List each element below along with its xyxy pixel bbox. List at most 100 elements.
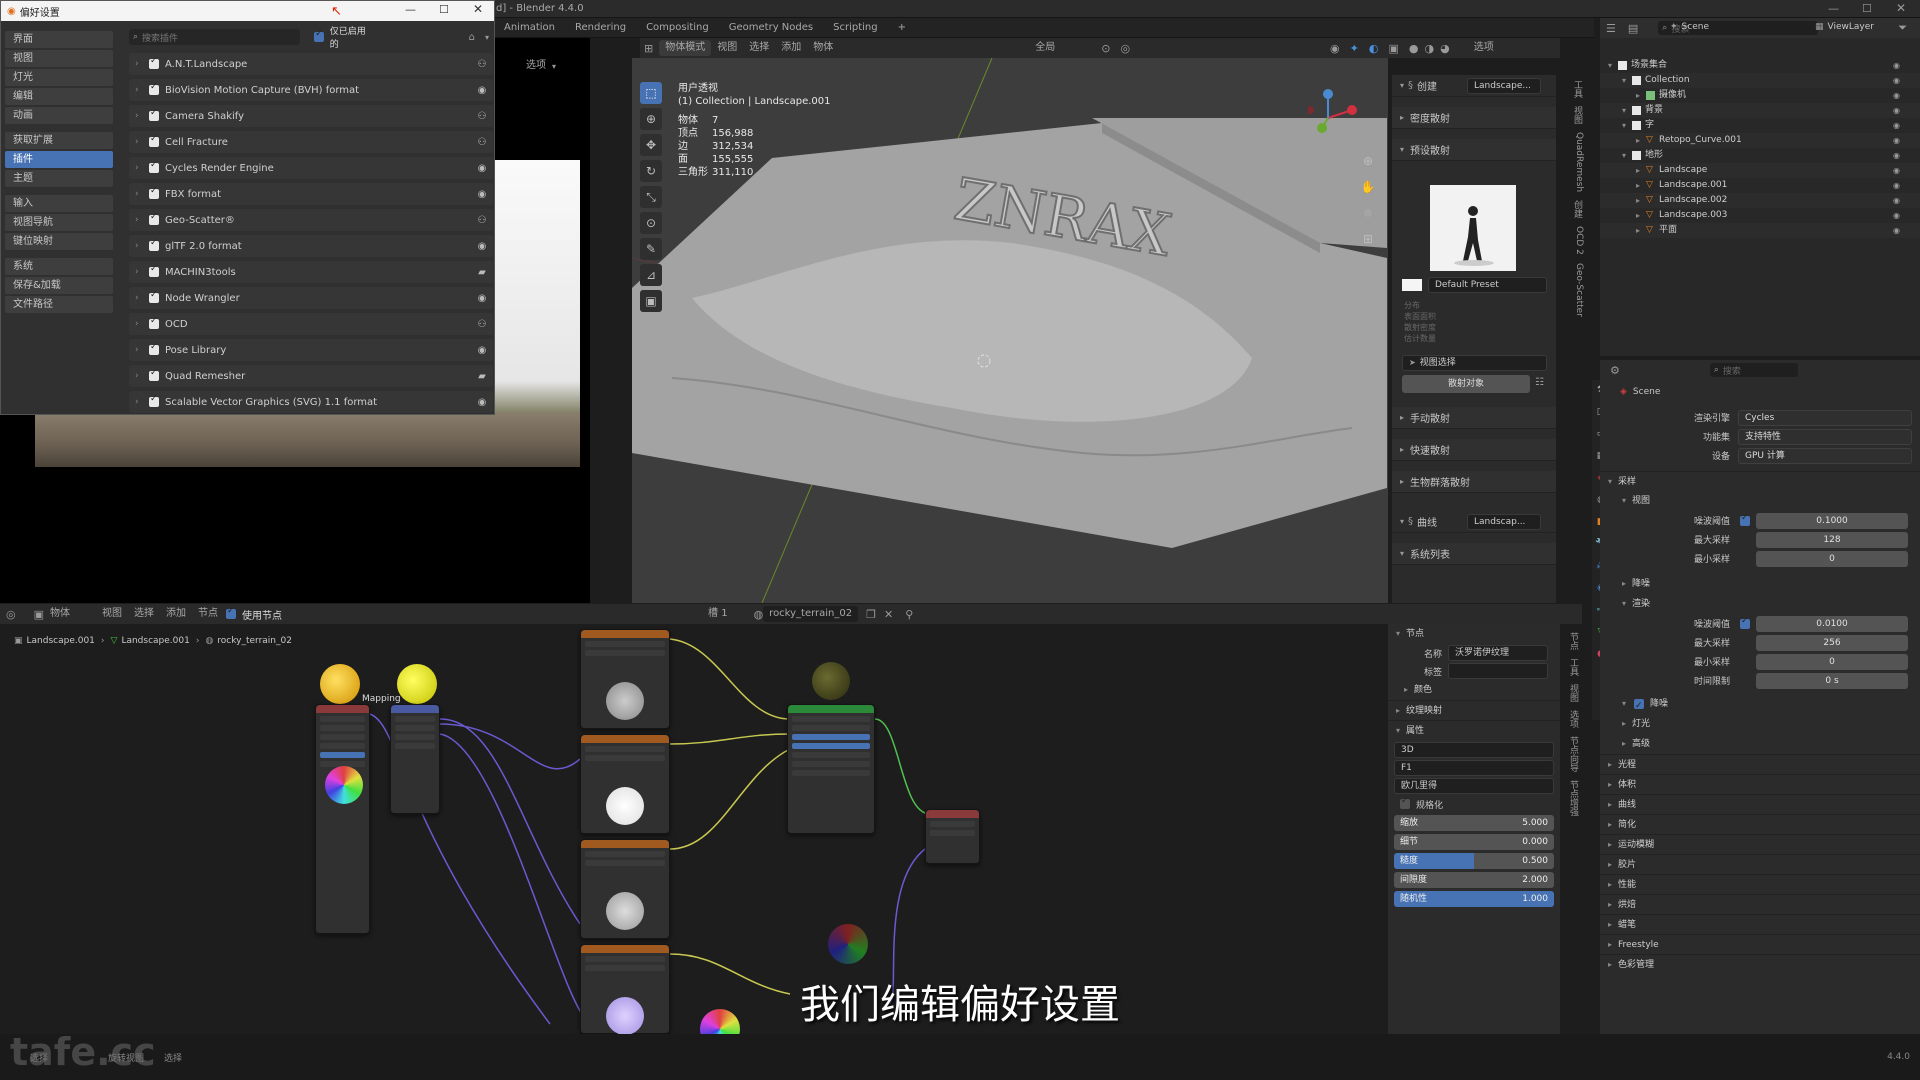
maximize-icon[interactable]: ☐ — [1862, 2, 1872, 15]
r-min-samples-field[interactable]: 0 — [1756, 653, 1908, 670]
duplicate-icon[interactable]: ❐ — [866, 608, 876, 621]
addon-row[interactable]: › Node Wrangler ◉ — [129, 287, 493, 309]
overlay-icon[interactable]: ◐ — [1369, 42, 1379, 55]
properties-section[interactable]: ▸ 光程 — [1600, 754, 1920, 774]
eye-icon[interactable]: ◉ — [1893, 88, 1900, 103]
side-tab[interactable]: Geo-Scatter — [1570, 263, 1584, 317]
chevron-right-icon[interactable]: › — [135, 319, 147, 329]
properties-section[interactable]: ▸ 蜡笔 — [1600, 914, 1920, 934]
node-menu-view[interactable]: 视图 — [96, 604, 128, 624]
preset-scatter-section[interactable]: ▾ 预设散射 — [1392, 139, 1556, 161]
display-mode-icon[interactable]: ▤ — [1628, 22, 1638, 35]
surface-section[interactable]: ▾ § 曲线 Landscap... — [1392, 511, 1556, 533]
eye-icon[interactable]: ◉ — [1893, 193, 1900, 208]
node-name-field[interactable]: 沃罗诺伊纹理 — [1448, 645, 1548, 661]
chevron-down-icon[interactable]: ▾ — [1622, 103, 1632, 118]
view-layer-selector[interactable]: ▦ ViewLayer — [1815, 19, 1874, 35]
add-workspace-button[interactable]: + — [888, 18, 916, 38]
chevron-down-icon[interactable]: ▸ — [1636, 88, 1646, 103]
outliner-row[interactable]: ▾ Collection ◉ — [1600, 73, 1920, 88]
properties-section[interactable]: ▸ 胶片 — [1600, 854, 1920, 874]
addon-row[interactable]: › Pose Library ◉ — [129, 339, 493, 361]
tab-scripting[interactable]: Scripting — [823, 18, 887, 38]
pin-icon[interactable]: ⚲ — [905, 608, 913, 621]
rotate-tool-icon[interactable]: ↻ — [640, 160, 662, 182]
sidebar-item[interactable]: 编辑 — [5, 88, 113, 105]
material-output-node[interactable] — [925, 809, 980, 864]
filter-icon[interactable]: ⏷ — [1898, 21, 1907, 35]
sidebar-item[interactable]: 主题 — [5, 170, 113, 187]
scatter-objects-button[interactable]: 散射对象 — [1402, 375, 1530, 393]
normalize-checkbox[interactable] — [1400, 796, 1410, 809]
addon-enable-checkbox[interactable] — [149, 290, 159, 303]
chevron-right-icon[interactable]: › — [135, 163, 147, 173]
sidebar-item[interactable]: 输入 — [5, 195, 113, 212]
eye-icon[interactable]: ◉ — [1893, 103, 1900, 118]
chevron-down-icon[interactable]: ▸ — [1636, 133, 1646, 148]
eye-icon[interactable]: ◉ — [1893, 118, 1900, 133]
addon-row[interactable]: › Scalable Vector Graphics (SVG) 1.1 form… — [129, 391, 493, 413]
addon-enable-checkbox[interactable] — [149, 160, 159, 173]
node-slider[interactable]: 糙度 0.500 — [1394, 853, 1554, 869]
feature-set-select[interactable]: 支持特性 — [1738, 428, 1912, 445]
side-tab[interactable]: 节点向导 — [1566, 736, 1580, 772]
minimize-icon[interactable]: — — [1828, 2, 1839, 15]
sidebar-item[interactable]: 文件路径 — [5, 296, 113, 313]
addon-enable-checkbox[interactable] — [149, 368, 159, 381]
side-tab[interactable]: QuadRemesh — [1570, 132, 1584, 192]
addon-row[interactable]: › glTF 2.0 format ◉ — [129, 235, 493, 257]
sampling-section[interactable]: ▾ 采样 — [1600, 471, 1920, 491]
outliner-row[interactable]: ▾ 场景集合 ◉ — [1600, 58, 1920, 73]
lights-section[interactable]: ▸ 灯光 — [1600, 714, 1920, 734]
menu-view[interactable]: 视图 — [711, 38, 743, 58]
preset-name-field[interactable]: Default Preset — [1428, 277, 1547, 293]
outliner-row[interactable]: ▸ ▽ Landscape.002 ◉ — [1600, 193, 1920, 208]
biome-scatter-section[interactable]: ▸ 生物群落散射 — [1392, 471, 1556, 493]
feature-select[interactable]: F1 — [1394, 760, 1554, 776]
chevron-right-icon[interactable]: › — [135, 371, 147, 381]
node-slider[interactable]: 随机性 1.000 — [1394, 891, 1554, 907]
settings-sliders-icon[interactable]: ☷ — [1535, 377, 1544, 388]
eye-icon[interactable]: ◉ — [1893, 148, 1900, 163]
eye-icon[interactable]: ◉ — [1893, 208, 1900, 223]
distance-select[interactable]: 欧几里得 — [1394, 778, 1554, 794]
tab-geometry-nodes[interactable]: Geometry Nodes — [719, 18, 823, 38]
chevron-down-icon[interactable]: ▸ — [1636, 163, 1646, 178]
gizmo-icon[interactable]: ✦ — [1350, 42, 1359, 55]
outliner-row[interactable]: ▸ ▽ 平面 ◉ — [1600, 223, 1920, 238]
outliner-row[interactable]: ▾ 地形 ◉ — [1600, 148, 1920, 163]
addon-enable-checkbox[interactable] — [149, 82, 159, 95]
addon-enable-checkbox[interactable] — [149, 134, 159, 147]
side-tab[interactable]: 视图 — [1570, 106, 1584, 124]
node-props-section[interactable]: ▾ 属性 — [1388, 720, 1560, 740]
properties-section[interactable]: ▸ Freestyle — [1600, 934, 1920, 954]
surface-target-field[interactable]: Landscap... — [1467, 513, 1542, 530]
outliner-row[interactable]: ▸ ▽ Landscape.003 ◉ — [1600, 208, 1920, 223]
r-noise-field[interactable]: 0.0100 — [1756, 615, 1908, 632]
chevron-right-icon[interactable]: › — [135, 267, 147, 277]
outliner-row[interactable]: ▸ ▽ Landscape ◉ — [1600, 163, 1920, 178]
time-limit-field[interactable]: 0 s — [1756, 672, 1908, 689]
unlink-icon[interactable]: ✕ — [884, 608, 893, 621]
chevron-down-icon[interactable]: ▸ — [1636, 208, 1646, 223]
side-tab[interactable]: 创建 — [1570, 200, 1584, 218]
sidebar-item[interactable]: 动画 — [5, 107, 113, 124]
tag-icon[interactable]: ⌂ — [469, 32, 475, 43]
chevron-down-icon[interactable]: ▸ — [1636, 193, 1646, 208]
chevron-down-icon[interactable]: ▾ — [485, 33, 489, 42]
chevron-down-icon[interactable]: ▸ — [1636, 178, 1646, 193]
chevron-right-icon[interactable]: › — [135, 111, 147, 121]
menu-object[interactable]: 物体 — [807, 38, 839, 58]
camera-view-icon[interactable]: ⌾ — [1357, 202, 1379, 224]
system-list-section[interactable]: ▾ 系统列表 — [1392, 543, 1556, 565]
properties-search-input[interactable]: ⌕ 搜索 — [1709, 363, 1798, 377]
scene-selector[interactable]: ✦ Scene — [1670, 19, 1709, 35]
properties-section[interactable]: ▸ 运动模糊 — [1600, 834, 1920, 854]
material-slot-select[interactable]: 槽 1 — [702, 604, 734, 624]
chevron-down-icon[interactable]: ▾ — [1622, 148, 1632, 163]
outliner-editor-icon[interactable]: ☰ — [1606, 22, 1616, 35]
vp-max-samples-field[interactable]: 128 — [1756, 531, 1908, 548]
chevron-down-icon[interactable]: ▸ — [1636, 223, 1646, 238]
transform-tool-icon[interactable]: ⊙ — [640, 212, 662, 234]
chevron-right-icon[interactable]: › — [135, 397, 147, 407]
